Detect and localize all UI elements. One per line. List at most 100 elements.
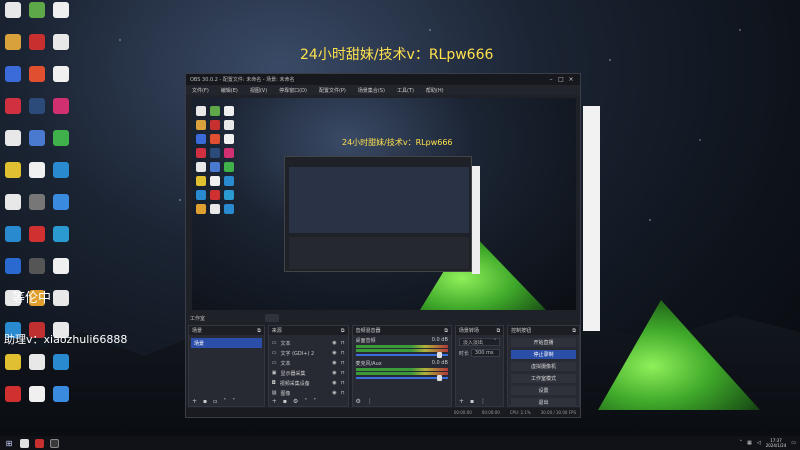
chevron-up-icon[interactable]: ˄: [304, 398, 307, 405]
eye-icon[interactable]: ◉: [332, 380, 336, 386]
menu-item[interactable]: 配置文件(P): [319, 87, 346, 94]
gear-icon[interactable]: [265, 314, 280, 322]
desktop-shortcut[interactable]: [50, 386, 72, 418]
dock-menu-icon[interactable]: ⧉: [572, 328, 576, 334]
desktop-shortcut[interactable]: [26, 354, 48, 386]
desktop-shortcut[interactable]: [2, 226, 24, 258]
source-row[interactable]: ▣ 显示器采集 ◉ ⊓: [269, 368, 348, 378]
exit-button[interactable]: 退出: [511, 398, 576, 407]
lock-icon[interactable]: ⊓: [341, 370, 345, 376]
dock-menu-icon[interactable]: ⧉: [497, 328, 501, 334]
desktop-shortcut[interactable]: [2, 98, 24, 130]
add-icon[interactable]: +: [272, 398, 277, 405]
obs-titlebar[interactable]: OBS 30.0.2 - 配置文件: 未命名 - 场景: 未命名 – □ ×: [186, 74, 580, 85]
source-row[interactable]: ▭ 文字 (GDI+) 2 ◉ ⊓: [269, 348, 348, 358]
desktop-shortcut[interactable]: [26, 130, 48, 162]
windows-start-icon[interactable]: ⊞: [4, 438, 14, 448]
gear-icon[interactable]: ⚙: [356, 398, 361, 405]
desktop-shortcut[interactable]: [26, 98, 48, 130]
chevron-down-icon[interactable]: ˅: [232, 398, 235, 405]
more-icon[interactable]: ⋮: [367, 398, 373, 405]
minimize-icon[interactable]: –: [546, 76, 556, 83]
menu-item[interactable]: 编辑(E): [221, 87, 238, 94]
lock-icon[interactable]: ⊓: [341, 340, 345, 346]
properties-icon[interactable]: ▫: [213, 398, 217, 405]
desktop-shortcut[interactable]: [2, 66, 24, 98]
desktop-shortcut[interactable]: [2, 258, 24, 290]
obs-window[interactable]: OBS 30.0.2 - 配置文件: 未命名 - 场景: 未命名 – □ × 文…: [185, 73, 581, 418]
obs-preview-canvas[interactable]: 24小时甜妹/技术v：RLpw666: [192, 98, 576, 310]
eye-icon[interactable]: ◉: [332, 340, 336, 346]
more-icon[interactable]: ⋮: [480, 398, 486, 405]
lock-icon[interactable]: ⊓: [341, 360, 345, 366]
desktop-shortcut[interactable]: [50, 34, 72, 66]
add-icon[interactable]: +: [192, 398, 197, 405]
menu-item[interactable]: 场景集合(S): [358, 87, 385, 94]
menu-item[interactable]: 帮助(H): [426, 87, 444, 94]
chevron-up-icon[interactable]: ˄: [223, 398, 226, 405]
volume-icon[interactable]: ◁: [757, 440, 761, 446]
menu-item[interactable]: 文件(F): [192, 87, 209, 94]
desktop-shortcut[interactable]: [2, 162, 24, 194]
desktop-shortcut[interactable]: [2, 34, 24, 66]
source-row[interactable]: ◘ 视频采集设备 ◉ ⊓: [269, 378, 348, 388]
desktop-shortcut[interactable]: [50, 98, 72, 130]
menu-item[interactable]: 停靠窗口(D): [279, 87, 307, 94]
desktop-shortcut[interactable]: [2, 130, 24, 162]
start-streaming-button[interactable]: 开始直播: [511, 338, 576, 347]
close-icon[interactable]: ×: [566, 76, 576, 83]
transition-select[interactable]: 淡入淡出 ˅: [458, 338, 501, 346]
desktop-shortcut[interactable]: [26, 258, 48, 290]
dock-menu-icon[interactable]: ⧉: [341, 328, 345, 334]
app-icon[interactable]: [35, 438, 44, 448]
obs-taskbar-icon[interactable]: [50, 438, 59, 448]
menu-item[interactable]: 视图(V): [250, 87, 267, 94]
add-icon[interactable]: +: [459, 398, 464, 405]
desktop-shortcut[interactable]: [26, 162, 48, 194]
network-icon[interactable]: ▦: [747, 440, 752, 446]
notification-icon[interactable]: ▭: [791, 440, 796, 446]
lock-icon[interactable]: ⊓: [341, 380, 345, 386]
dock-menu-icon[interactable]: ⧉: [444, 328, 448, 334]
chevron-down-icon[interactable]: ˅: [313, 398, 316, 405]
eye-icon[interactable]: ◉: [332, 370, 336, 376]
gear-icon[interactable]: ⚙: [293, 398, 298, 405]
desktop-shortcut[interactable]: [2, 354, 24, 386]
desktop-shortcut[interactable]: [50, 2, 72, 34]
dock-menu-icon[interactable]: ⧉: [257, 328, 261, 334]
desktop-shortcut[interactable]: [26, 34, 48, 66]
desktop-shortcut[interactable]: [26, 386, 48, 418]
stop-recording-button[interactable]: 停止录制: [511, 350, 576, 359]
virtual-camera-button[interactable]: 虚拟摄像机: [511, 362, 576, 371]
volume-slider[interactable]: [355, 375, 448, 381]
eye-icon[interactable]: ◉: [332, 350, 336, 356]
desktop-shortcut[interactable]: [50, 162, 72, 194]
desktop-shortcut[interactable]: [50, 258, 72, 290]
desktop-shortcut[interactable]: [50, 194, 72, 226]
settings-button[interactable]: 设置: [511, 386, 576, 395]
desktop-shortcut[interactable]: [26, 194, 48, 226]
desktop-shortcut[interactable]: [50, 354, 72, 386]
desktop-shortcut[interactable]: [50, 290, 72, 322]
desktop-shortcut[interactable]: [50, 130, 72, 162]
delete-icon[interactable]: ▪: [283, 398, 287, 405]
file-explorer-icon[interactable]: [20, 438, 29, 448]
desktop-shortcut[interactable]: [26, 2, 48, 34]
menu-item[interactable]: 工具(T): [397, 87, 414, 94]
delete-icon[interactable]: ▪: [470, 398, 474, 405]
desktop-shortcut[interactable]: [26, 226, 48, 258]
source-row[interactable]: ▭ 文本 ◉ ⊓: [269, 358, 348, 368]
volume-slider[interactable]: [355, 352, 448, 358]
chevron-up-icon[interactable]: ˄: [740, 440, 743, 446]
desktop-shortcut[interactable]: [2, 386, 24, 418]
desktop-shortcut[interactable]: [2, 2, 24, 34]
studio-mode-button[interactable]: 工作室模式: [511, 374, 576, 383]
scene-item[interactable]: 场景: [191, 338, 262, 348]
desktop-shortcut[interactable]: [26, 66, 48, 98]
delete-icon[interactable]: ▪: [203, 398, 207, 405]
maximize-icon[interactable]: □: [556, 76, 566, 83]
desktop-shortcut[interactable]: [50, 66, 72, 98]
duration-input[interactable]: 300 ms: [470, 349, 501, 357]
eye-icon[interactable]: ◉: [332, 360, 336, 366]
source-row[interactable]: ▭ 文本 ◉ ⊓: [269, 338, 348, 348]
